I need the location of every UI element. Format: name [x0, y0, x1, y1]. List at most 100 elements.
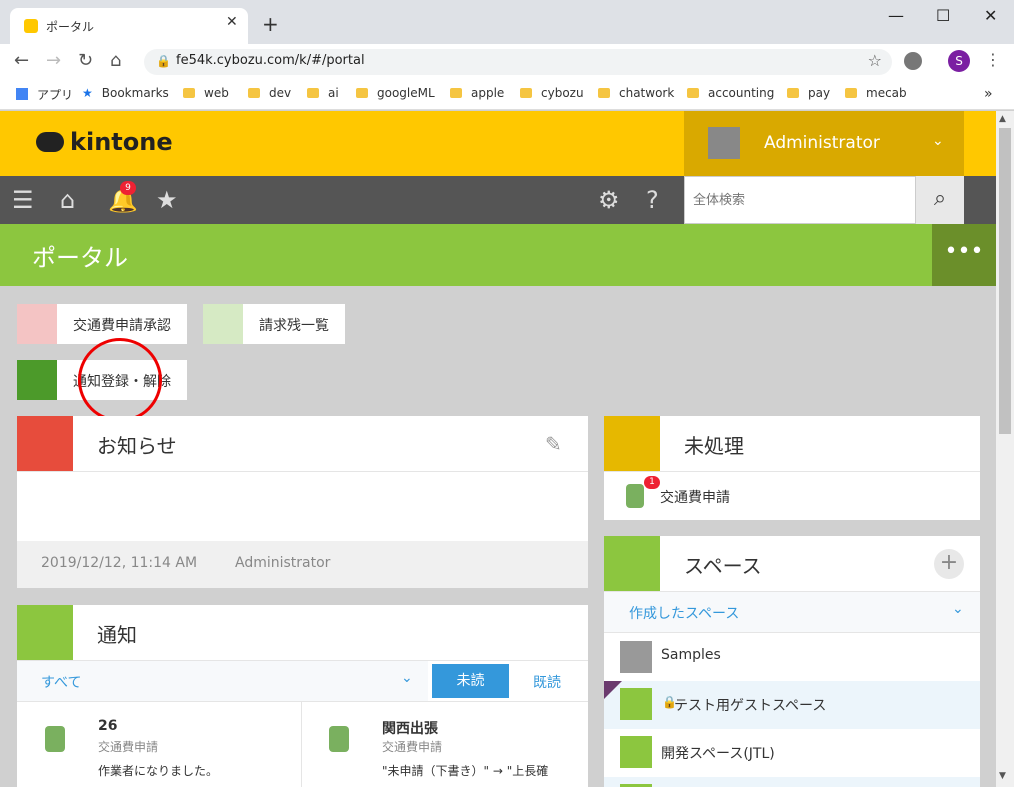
- spaces-panel: スペース + 作成したスペース ⌄ Samples 🔒 テスト用ゲストスペース …: [604, 536, 980, 787]
- bookmark-pay[interactable]: pay: [787, 86, 830, 100]
- kintone-logo[interactable]: kintone: [36, 128, 173, 156]
- maximize-icon[interactable]: ☐: [936, 6, 950, 25]
- address-bar[interactable]: 🔒 fe54k.cybozu.com/k/#/portal ☆: [144, 49, 892, 75]
- play-icon: [203, 304, 243, 344]
- lock-icon: 🔒: [156, 54, 171, 68]
- home-icon[interactable]: ⌂: [110, 50, 121, 71]
- notification-item-title: 26: [98, 718, 118, 734]
- forward-icon[interactable]: →: [46, 50, 61, 71]
- search-button[interactable]: ⌕: [916, 176, 964, 224]
- folder-icon: [450, 88, 462, 98]
- space-item-dev[interactable]: 開発スペース(JTL): [604, 729, 980, 777]
- bookmark-cybozu[interactable]: cybozu: [520, 86, 584, 100]
- extension-icon[interactable]: [904, 52, 922, 70]
- bookmark-accounting[interactable]: accounting: [687, 86, 774, 100]
- bookmark-apps[interactable]: アプリ: [16, 86, 73, 103]
- bookmark-apple[interactable]: apple: [450, 86, 504, 100]
- divider: [17, 471, 588, 472]
- more-options-icon[interactable]: •••: [932, 224, 996, 286]
- add-space-icon[interactable]: +: [934, 549, 964, 579]
- app-link-expense-approval[interactable]: 交通費申請承認: [17, 304, 187, 344]
- space-item-guest[interactable]: 🔒 テスト用ゲストスペース: [604, 681, 980, 729]
- more-bookmarks-icon[interactable]: »: [984, 86, 993, 102]
- space-item-label: 開発スペース(JTL): [661, 746, 775, 762]
- bookmark-googleml[interactable]: googleML: [356, 86, 435, 100]
- spaces-title: スペース: [684, 554, 762, 578]
- folder-icon: [356, 88, 368, 98]
- scroll-down-icon[interactable]: ▼: [999, 771, 1006, 781]
- user-menu[interactable]: Administrator ⌄: [684, 111, 964, 176]
- bookmark-ai[interactable]: ai: [307, 86, 339, 100]
- favorites-star-icon[interactable]: ★: [156, 186, 178, 214]
- notification-item[interactable]: 関西出張 交通費申請 "未申請（下書き）" → "上長確: [302, 702, 588, 787]
- scrollbar-thumb[interactable]: [999, 128, 1011, 434]
- scroll-up-icon[interactable]: ▲: [999, 114, 1006, 124]
- folder-icon: [787, 88, 799, 98]
- bookmark-bookmarks[interactable]: ★ Bookmarks: [82, 86, 169, 100]
- bookmark-web[interactable]: web: [183, 86, 229, 100]
- chevron-down-icon: ⌄: [932, 133, 944, 149]
- global-search-field[interactable]: [684, 176, 916, 224]
- new-tab-icon[interactable]: +: [262, 12, 279, 36]
- notification-item-body: "未申請（下書き）" → "上長確: [382, 764, 549, 778]
- train-icon: [626, 484, 644, 508]
- reload-icon[interactable]: ↻: [78, 50, 93, 71]
- kintone-cloud-icon: [36, 132, 64, 152]
- notification-title: 通知: [97, 623, 137, 647]
- profile-avatar[interactable]: S: [948, 50, 970, 72]
- panda-icon: [17, 360, 57, 400]
- tab-title: ポータル: [46, 20, 95, 34]
- space-thumbnail-icon: [620, 736, 652, 768]
- pending-item[interactable]: 1 交通費申請: [604, 472, 980, 520]
- announcement-footer: 2019/12/12, 11:14 AM Administrator: [17, 541, 588, 588]
- bell-icon: [17, 605, 73, 660]
- close-tab-icon[interactable]: ✕: [226, 14, 238, 30]
- folder-icon: [687, 88, 699, 98]
- chevron-down-icon: ⌄: [401, 670, 413, 686]
- help-icon[interactable]: ?: [646, 186, 659, 214]
- global-search-input[interactable]: [685, 177, 915, 223]
- kintone-favicon-icon: [24, 19, 38, 33]
- edit-icon[interactable]: ✎: [545, 432, 562, 456]
- notification-badge: 9: [120, 181, 136, 195]
- page-title: ポータル: [32, 244, 128, 272]
- announcement-panel: お知らせ ✎ 2019/12/12, 11:14 AM Administrato…: [17, 416, 588, 588]
- space-item-next[interactable]: [604, 777, 980, 787]
- pending-item-label: 交通費申請: [660, 490, 730, 506]
- notification-item-app: 交通費申請: [98, 740, 159, 754]
- tab-unread[interactable]: 未読: [432, 664, 509, 698]
- notification-item[interactable]: 26 交通費申請 作業者になりました。: [17, 702, 301, 787]
- folder-icon: [845, 88, 857, 98]
- home-icon[interactable]: ⌂: [60, 186, 75, 214]
- bookmark-star-icon[interactable]: ☆: [868, 51, 882, 70]
- notification-filter-select[interactable]: すべて ⌄: [17, 661, 428, 701]
- back-icon[interactable]: ←: [14, 50, 29, 71]
- close-window-icon[interactable]: ✕: [984, 6, 997, 25]
- menu-icon[interactable]: ☰: [12, 186, 34, 214]
- app-link-invoice-list[interactable]: 請求残一覧: [203, 304, 345, 344]
- spaces-filter-select[interactable]: 作成したスペース ⌄: [604, 592, 980, 632]
- pending-count-badge: 1: [644, 476, 660, 489]
- bookmark-chatwork[interactable]: chatwork: [598, 86, 674, 100]
- settings-gear-icon[interactable]: ⚙: [598, 186, 620, 214]
- annotation-circle: [78, 338, 162, 422]
- folder-icon: [520, 88, 532, 98]
- bookmark-mecab[interactable]: mecab: [845, 86, 907, 100]
- browser-tab[interactable]: ポータル ✕: [10, 8, 248, 44]
- space-thumbnail-icon: [620, 641, 652, 673]
- space-item-label: Samples: [661, 647, 721, 663]
- user-name: Administrator: [764, 133, 880, 153]
- train-icon: [329, 726, 349, 752]
- space-item-samples[interactable]: Samples: [604, 633, 980, 681]
- space-thumbnail-icon: [620, 688, 652, 720]
- pending-panel: 未処理 1 交通費申請: [604, 416, 980, 520]
- tab-read[interactable]: 既読: [533, 672, 561, 692]
- minimize-icon[interactable]: —: [888, 6, 904, 25]
- train-icon: [45, 726, 65, 752]
- announcement-author: Administrator: [235, 555, 331, 571]
- star-icon: ★: [82, 86, 93, 100]
- browser-menu-icon[interactable]: ⋮: [985, 50, 1001, 69]
- notification-panel: 通知 すべて ⌄ 未読 既読 26 交通費申請 作業者になりました。 関西出張 …: [17, 605, 588, 787]
- url-text[interactable]: fe54k.cybozu.com/k/#/portal: [176, 53, 365, 68]
- bookmark-dev[interactable]: dev: [248, 86, 291, 100]
